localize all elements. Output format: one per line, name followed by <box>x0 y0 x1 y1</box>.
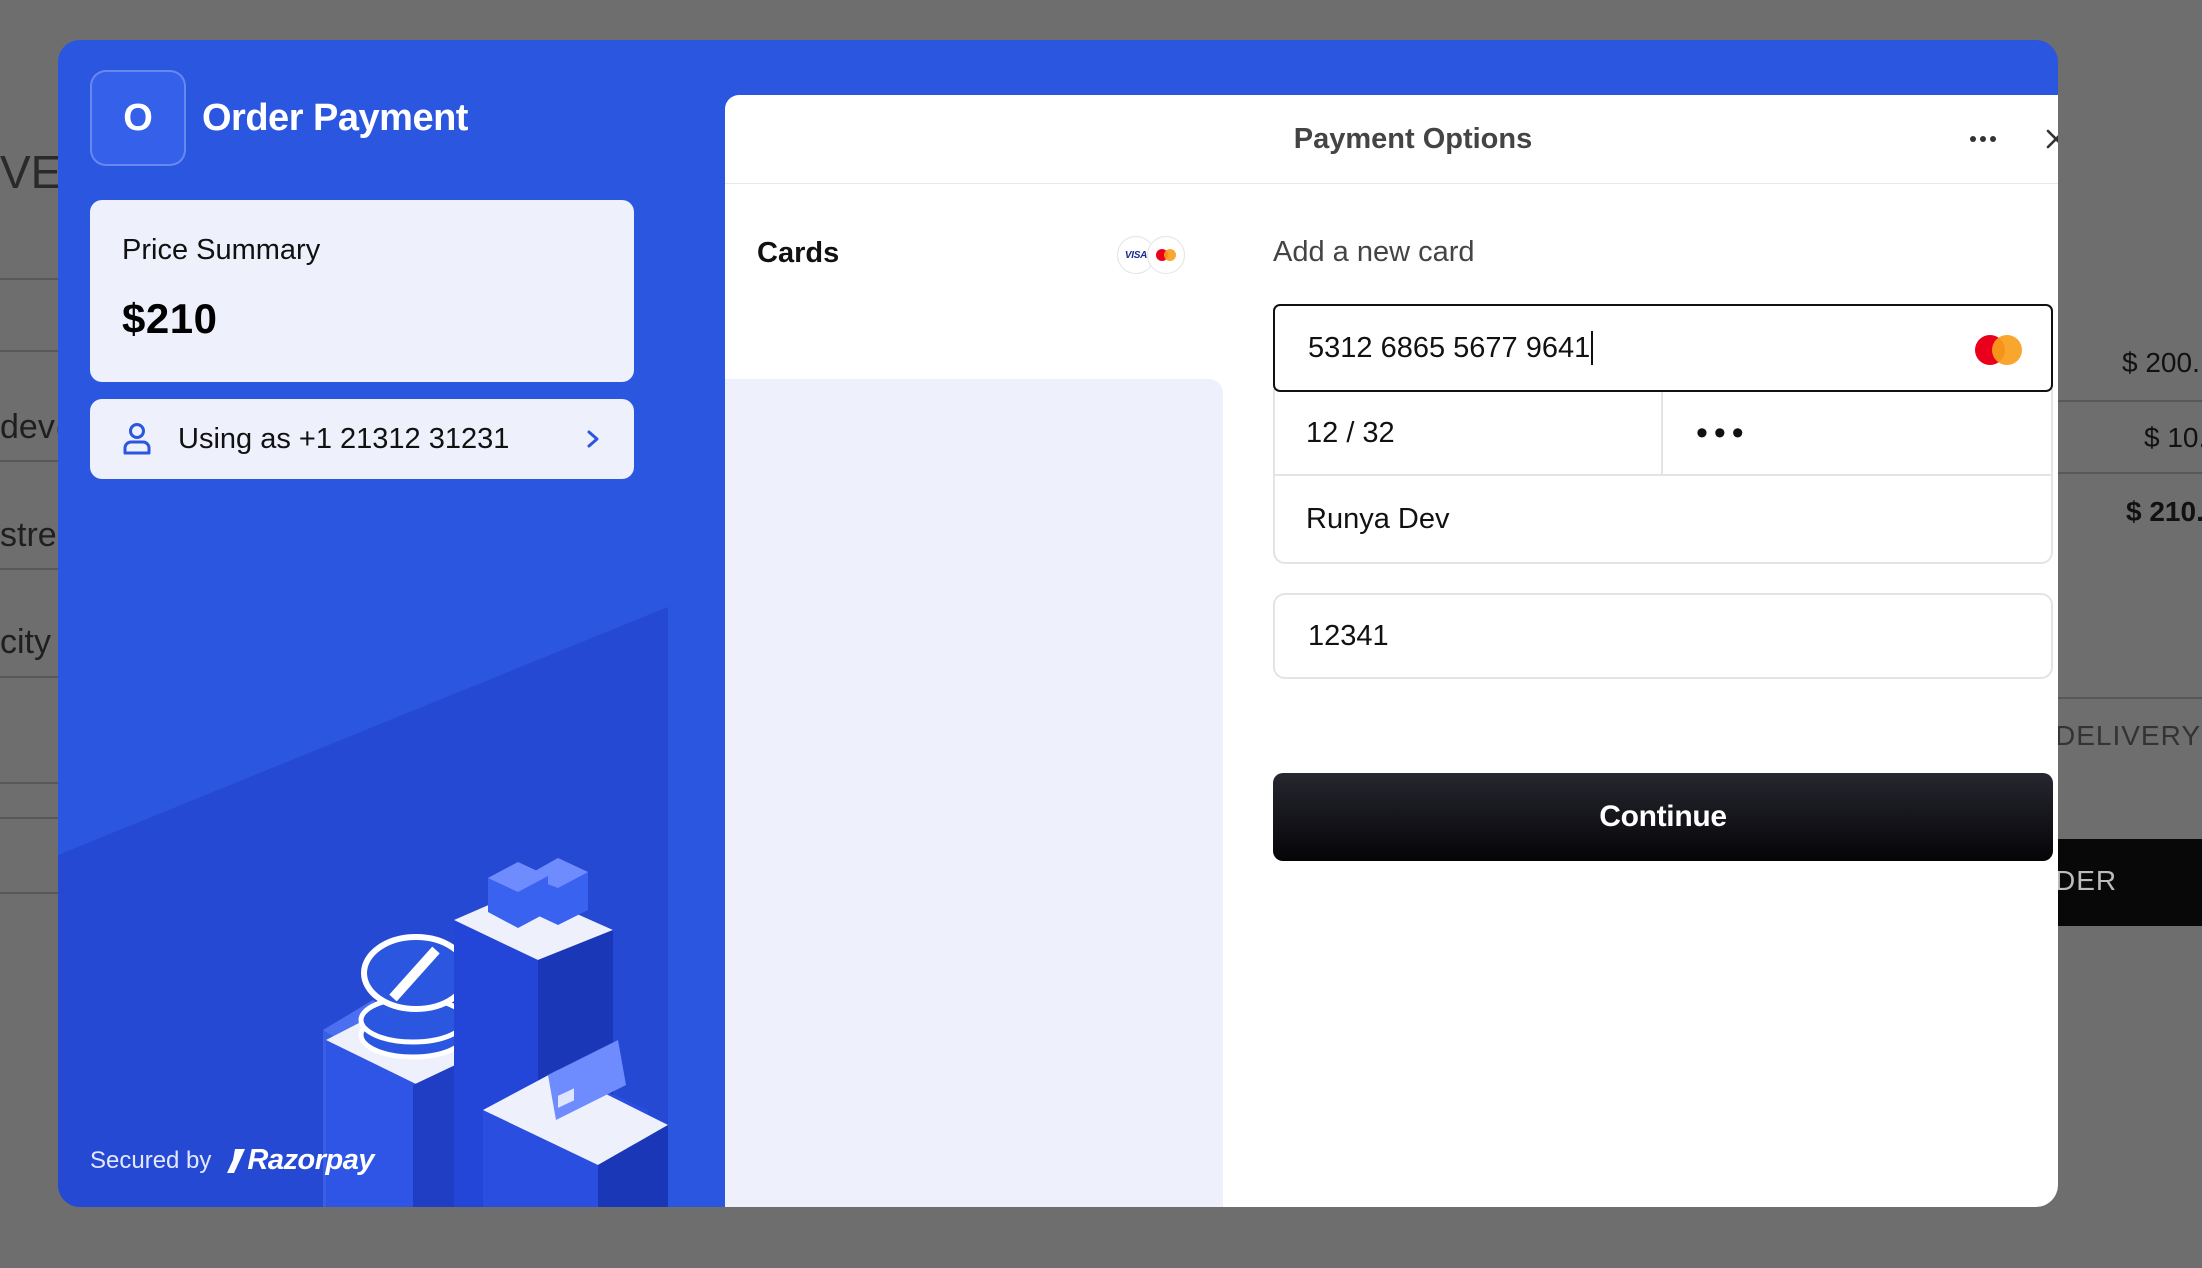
card-details-group: 5312 6865 5677 9641 12 / 32 ••• Runya De… <box>1273 304 2053 564</box>
order-summary-side: O Order Payment Price Summary $210 Using… <box>58 40 668 1207</box>
mastercard-icon <box>1147 236 1185 274</box>
razorpay-icon <box>227 1148 246 1173</box>
payment-modal: O Order Payment Price Summary $210 Using… <box>58 40 2058 1207</box>
text-caret <box>1591 331 1594 365</box>
bg-place-order-button: DER <box>2055 839 2202 926</box>
methods-empty-area <box>725 379 1223 1207</box>
cardholder-name-field[interactable]: Runya Dev <box>1273 476 2053 562</box>
bg-divider <box>2055 400 2202 402</box>
user-contact-text: Using as +1 21312 31231 <box>178 422 510 455</box>
bg-divider <box>0 782 60 784</box>
bg-divider <box>0 817 60 819</box>
close-icon[interactable] <box>2043 126 2058 152</box>
secured-by: Secured by Razorpay <box>90 1144 374 1177</box>
bg-subtotal: $ 200. <box>2122 347 2200 378</box>
mastercard-icon <box>1975 335 2022 365</box>
bg-divider <box>0 278 60 280</box>
merchant-brand: O Order Payment <box>90 70 468 166</box>
payment-method-label: Cards <box>757 237 840 269</box>
price-summary-label: Price Summary <box>122 234 321 266</box>
card-number-field[interactable]: 5312 6865 5677 9641 <box>1273 304 2053 392</box>
bg-total: $ 210. <box>2126 496 2202 527</box>
additional-field-value: 12341 <box>1308 619 1389 652</box>
cvv-field[interactable]: ••• <box>1663 392 2053 476</box>
price-summary-card: Price Summary $210 <box>90 200 634 382</box>
bg-divider <box>0 568 60 570</box>
visa-wordmark: VISA <box>1124 249 1148 261</box>
user-contact-button[interactable]: Using as +1 21312 31231 <box>90 399 634 479</box>
bg-order-fragment: DER <box>2055 865 2118 896</box>
cvv-value: ••• <box>1696 413 1750 452</box>
cardholder-name-value: Runya Dev <box>1306 502 1450 535</box>
panel-header: Payment Options <box>725 95 2058 184</box>
bg-divider <box>0 676 60 678</box>
razorpay-wordmark: Razorpay <box>247 1144 374 1176</box>
add-card-heading: Add a new card <box>1273 236 1475 268</box>
bg-divider <box>2055 697 2202 699</box>
razorpay-logo: Razorpay <box>225 1144 374 1177</box>
price-summary-amount: $210 <box>122 295 218 342</box>
expiry-value: 12 / 32 <box>1306 416 1395 449</box>
bg-delivery-fragment: DELIVERY <box>2055 720 2201 751</box>
merchant-name: Order Payment <box>202 96 468 139</box>
more-options-icon[interactable] <box>1968 133 1998 145</box>
secured-by-label: Secured by <box>90 1146 212 1174</box>
card-number-value: 5312 6865 5677 9641 <box>1308 331 1591 364</box>
merchant-logo: O <box>90 70 186 166</box>
payment-method-cards[interactable]: Cards VISA <box>725 184 1223 321</box>
expiry-field[interactable]: 12 / 32 <box>1273 392 1663 476</box>
bg-divider <box>2055 472 2202 474</box>
bg-shipping: $ 10. <box>2144 422 2202 453</box>
continue-button[interactable]: Continue <box>1273 773 2053 861</box>
user-icon <box>123 423 151 455</box>
chevron-right-icon <box>587 430 599 448</box>
panel-title: Payment Options <box>1293 123 1533 155</box>
payment-methods-list: Cards VISA <box>725 184 1223 1207</box>
bg-divider <box>0 460 60 462</box>
bg-divider <box>0 350 60 352</box>
bg-divider <box>0 892 60 894</box>
mastercard-circles-icon <box>1156 249 1176 261</box>
payment-options-panel: Payment Options Cards VISA Add a new car… <box>725 95 2058 1207</box>
bg-city-fragment: city <box>0 623 51 661</box>
additional-field[interactable]: 12341 <box>1273 593 2053 679</box>
